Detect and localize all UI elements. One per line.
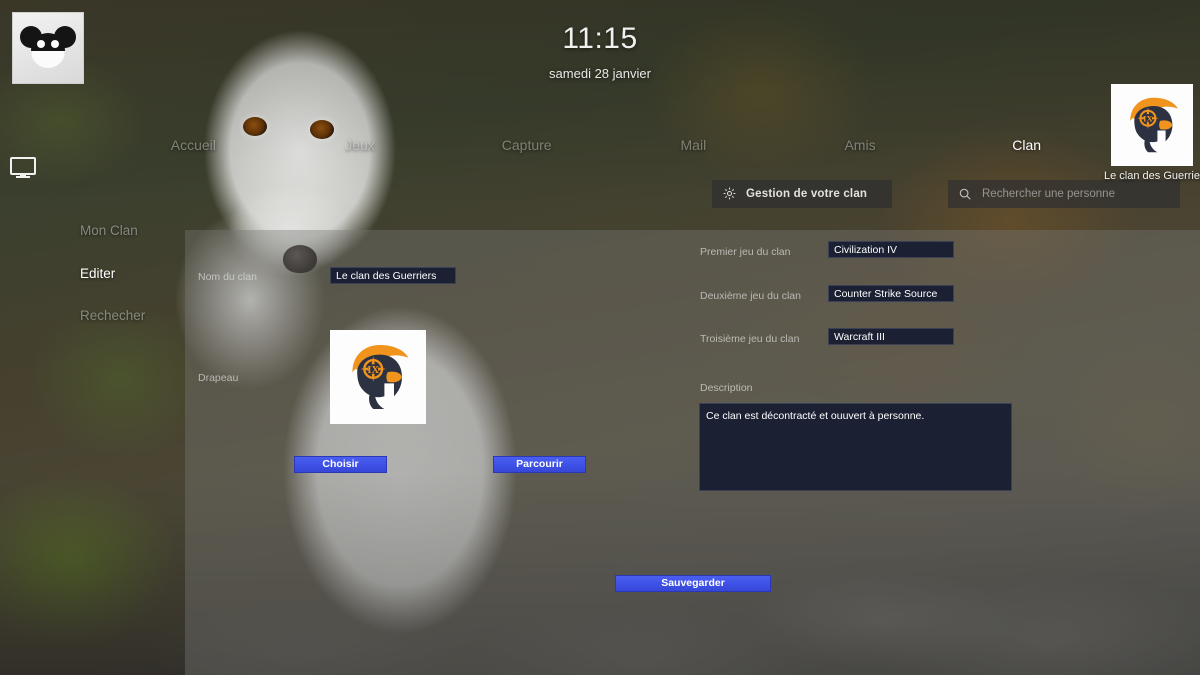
game1-label: Premier jeu du clan	[700, 246, 791, 258]
flag-label: Drapeau	[198, 372, 239, 384]
svg-text:IX: IX	[367, 365, 379, 376]
save-button[interactable]: Sauvegarder	[615, 575, 771, 592]
search-person-placeholder: Rechercher une personne	[982, 188, 1115, 200]
sidebar-item-editer[interactable]: Editer	[80, 266, 180, 281]
gear-icon	[722, 186, 737, 201]
sidebar-item-rechecher[interactable]: Rechecher	[80, 309, 180, 323]
flag-preview[interactable]: IX	[330, 330, 426, 424]
nav-item-amis[interactable]: Amis	[777, 137, 944, 153]
toolbar: Gestion de votre clan Rechercher une per…	[0, 180, 1200, 208]
nav-item-jeux[interactable]: Jeux	[277, 137, 444, 153]
sidebar-item-mon-clan[interactable]: Mon Clan	[80, 224, 180, 238]
spartan-helmet-icon: IX	[1118, 91, 1186, 159]
svg-text:IX: IX	[1143, 114, 1153, 124]
clan-sidebar: Mon Clan Editer Rechecher	[80, 224, 180, 352]
clan-badge-name: Le clan des Guerriers	[1104, 170, 1200, 182]
description-textarea[interactable]	[699, 403, 1012, 491]
game3-input[interactable]	[828, 328, 954, 345]
clan-edit-panel	[185, 230, 1200, 675]
mouse-head-icon	[20, 24, 76, 72]
browse-flag-button[interactable]: Parcourir	[493, 456, 586, 473]
monitor-icon[interactable]	[10, 157, 36, 179]
spartan-helmet-icon: IX	[338, 337, 418, 417]
clan-name-input[interactable]	[330, 267, 456, 284]
manage-clan-button[interactable]: Gestion de votre clan	[712, 180, 892, 208]
game2-label: Deuxième jeu du clan	[700, 290, 801, 302]
search-person-field[interactable]: Rechercher une personne	[948, 180, 1180, 208]
game2-input[interactable]	[828, 285, 954, 302]
game3-label: Troisième jeu du clan	[700, 333, 800, 345]
top-navigation: Accueil Jeux Capture Mail Amis Clan	[110, 132, 1110, 158]
description-label: Description	[700, 382, 753, 394]
nav-item-mail[interactable]: Mail	[610, 137, 777, 153]
game1-input[interactable]	[828, 241, 954, 258]
search-icon	[958, 187, 972, 201]
clan-badge-thumbnail: IX	[1111, 84, 1193, 166]
nav-item-capture[interactable]: Capture	[443, 137, 610, 153]
user-avatar-tile[interactable]	[12, 12, 84, 84]
clan-badge[interactable]: IX Le clan des Guerriers	[1104, 84, 1200, 182]
manage-clan-label: Gestion de votre clan	[746, 188, 868, 200]
clan-name-label: Nom du clan	[198, 271, 257, 283]
nav-item-clan[interactable]: Clan	[943, 137, 1110, 153]
choose-flag-button[interactable]: Choisir	[294, 456, 387, 473]
nav-item-accueil[interactable]: Accueil	[110, 137, 277, 153]
desktop-screen: 11:15 samedi 28 janvier Accueil Jeux Cap…	[0, 0, 1200, 675]
